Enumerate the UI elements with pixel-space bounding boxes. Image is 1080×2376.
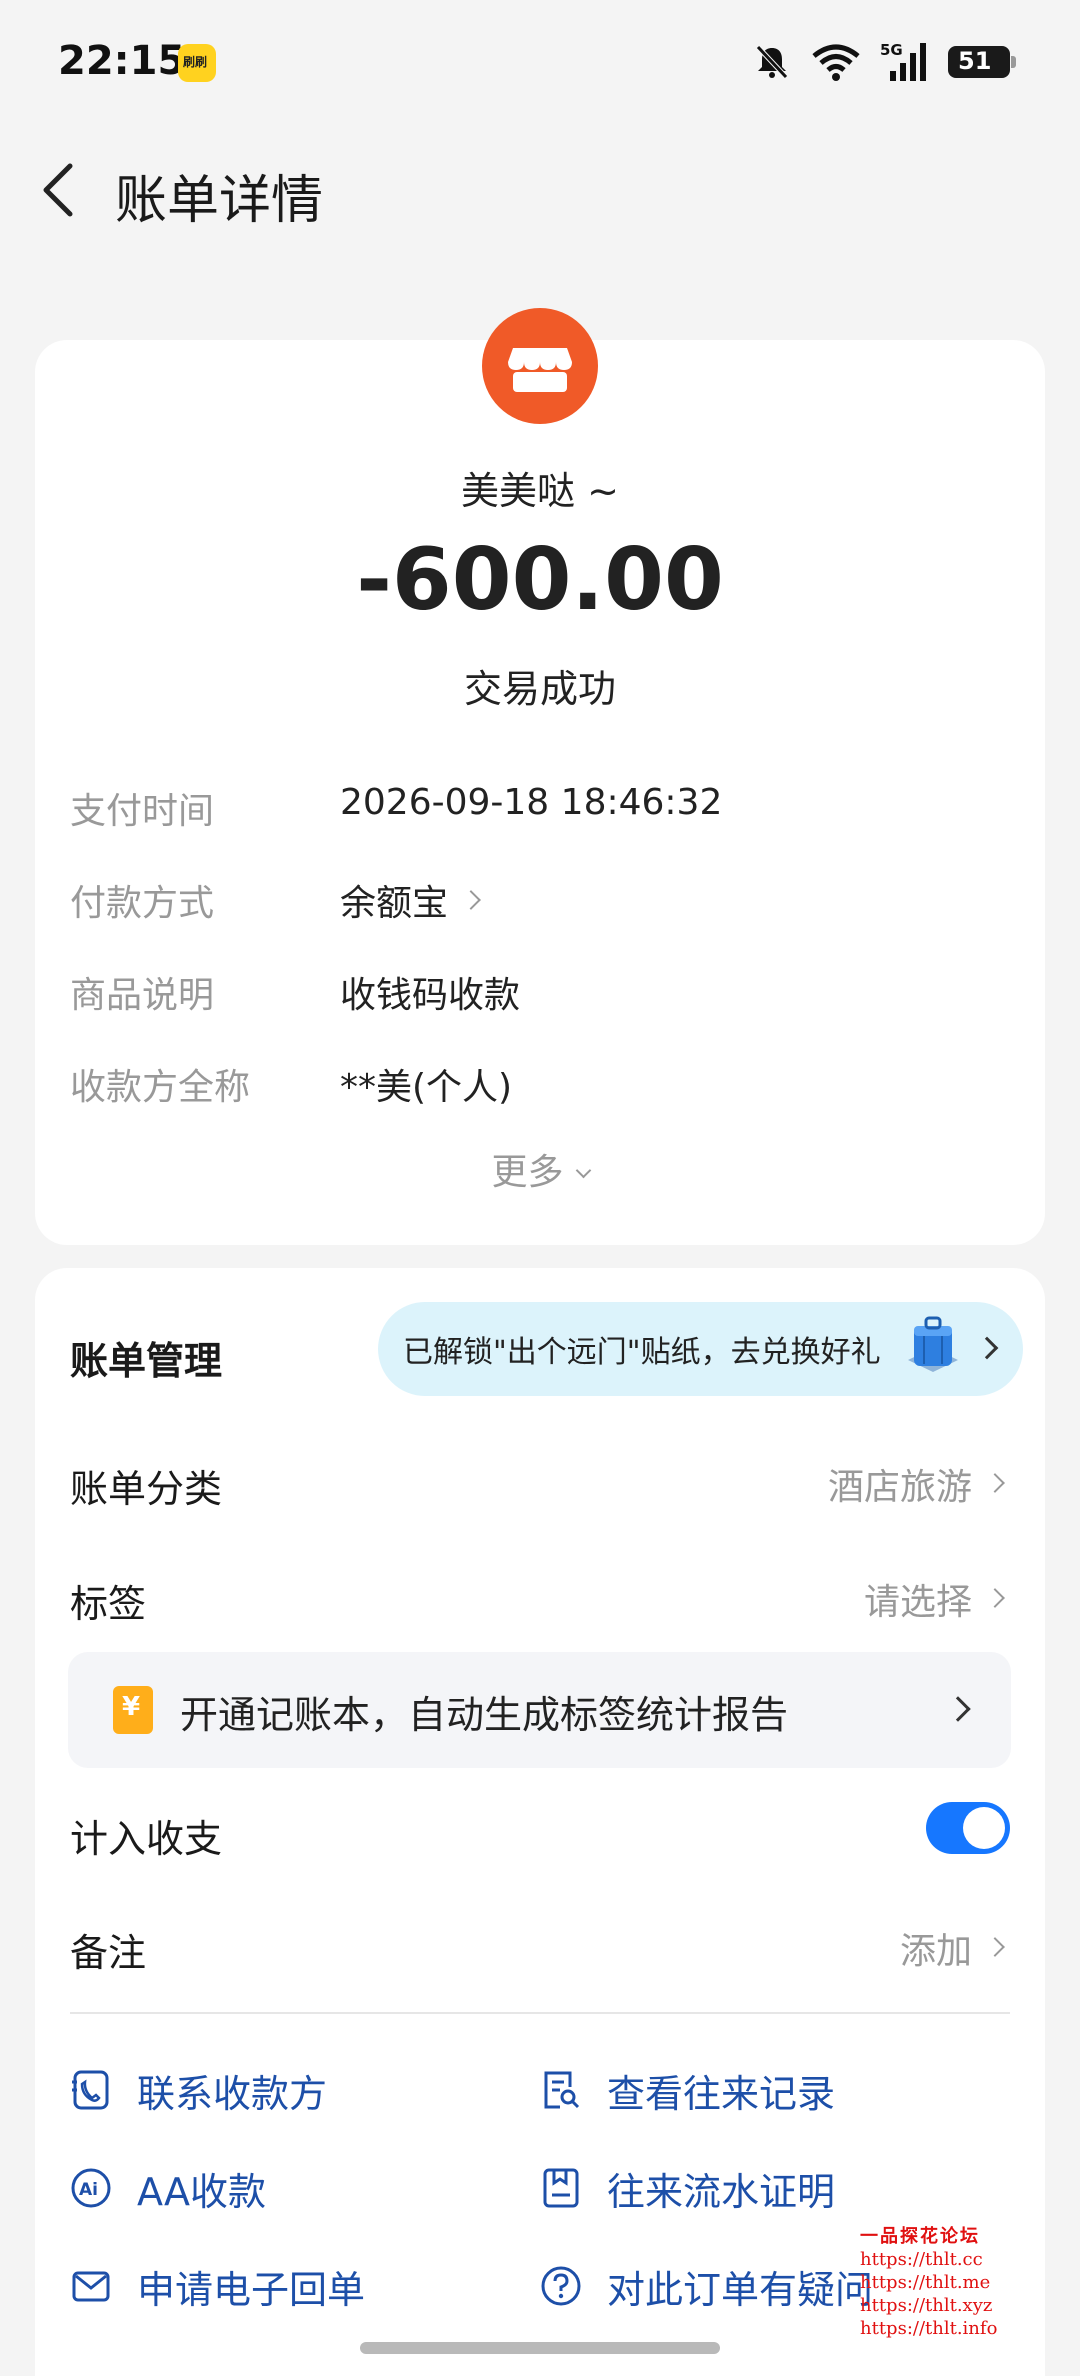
ledger-text: 开通记账本，自动生成标签统计报告	[180, 1693, 789, 1737]
ledger-promo-banner[interactable]: ¥ 开通记账本，自动生成标签统计报告	[68, 1652, 1011, 1768]
watermark-title: 一品探花论坛	[860, 2226, 980, 2247]
row-label: 计入收支	[70, 1817, 223, 1861]
chevron-right-icon	[985, 1937, 1005, 1957]
detail-label: 收款方全称	[70, 1067, 251, 1108]
contact-payee-button[interactable]: 联系收款方	[70, 2060, 327, 2120]
category-row[interactable]: 账单分类 酒店旅游	[70, 1458, 1010, 1518]
yuan-ticket-icon: ¥	[113, 1686, 153, 1734]
detail-label: 支付时间	[70, 791, 215, 832]
record-search-icon	[544, 2071, 580, 2109]
signal-5g-icon: 5G	[880, 41, 926, 81]
aa-icon: Ai	[71, 2168, 111, 2208]
watermark-link: https://thlt.cc	[860, 2249, 983, 2270]
mail-icon	[72, 2271, 110, 2302]
question-icon	[541, 2266, 581, 2306]
svg-text:5G: 5G	[880, 41, 903, 59]
app-notification-icon: 刷刷	[178, 44, 216, 82]
battery-icon: 51	[948, 46, 1016, 78]
chevron-right-icon	[461, 890, 481, 910]
chevron-right-icon	[945, 1696, 971, 1722]
request-receipt-button[interactable]: 申请电子回单	[70, 2256, 365, 2316]
sticker-promo-banner[interactable]: 已解锁"出个远门"贴纸，去兑换好礼	[378, 1302, 1023, 1396]
payment-method-link[interactable]: 余额宝	[340, 874, 481, 926]
svg-text:Ai: Ai	[79, 2180, 98, 2200]
action-label: 联系收款方	[137, 2071, 328, 2116]
row-label: 标签	[70, 1582, 147, 1626]
tag-value: 请选择	[863, 1582, 972, 1623]
divider	[70, 2012, 1010, 2014]
include-in-stats-toggle[interactable]	[926, 1802, 1010, 1854]
more-label: 更多	[491, 1152, 564, 1193]
action-label: 往来流水证明	[607, 2169, 836, 2214]
detail-label: 商品说明	[70, 975, 215, 1016]
bill-management-card: 账单管理 已解锁"出个远门"贴纸，去兑换好礼 账单分类 酒店旅游 标签 请选择 …	[35, 1268, 1045, 2376]
wifi-icon	[812, 44, 860, 81]
status-time: 22:15	[58, 38, 186, 84]
watermark-link: https://thlt.xyz	[860, 2295, 993, 2316]
detail-label: 付款方式	[70, 883, 215, 924]
merchant-name: 美美哒 ~	[461, 469, 619, 513]
watermark-link: https://thlt.info	[860, 2318, 998, 2339]
battery-level: 51	[958, 47, 992, 75]
action-label: AA收款	[137, 2169, 267, 2214]
row-label: 备注	[70, 1931, 147, 1975]
include-in-stats-row: 计入收支	[70, 1802, 1010, 1868]
action-label: 申请电子回单	[137, 2267, 366, 2312]
home-indicator[interactable]	[360, 2342, 720, 2354]
nav-bar: 账单详情	[0, 150, 1080, 231]
document-icon	[543, 2168, 579, 2208]
bill-amount: -600.00	[356, 530, 724, 630]
suitcase-icon	[908, 1316, 958, 1372]
status-bar: 22:15 刷刷 5G 51	[0, 0, 1080, 130]
row-label: 账单分类	[70, 1467, 223, 1511]
chevron-right-icon	[975, 1336, 999, 1360]
action-label: 对此订单有疑问	[607, 2267, 874, 2312]
bill-summary-card: 美美哒 ~ -600.00 交易成功 支付时间 2026-09-18 18:46…	[35, 308, 1045, 1245]
detail-value: 2026-09-18 18:46:32	[340, 782, 723, 823]
category-value: 酒店旅游	[827, 1467, 972, 1508]
action-label: 查看往来记录	[607, 2071, 836, 2116]
more-button[interactable]: 更多	[35, 1143, 1045, 1195]
statement-proof-button[interactable]: 往来流水证明	[540, 2158, 835, 2218]
promo-text: 已解锁"出个远门"贴纸，去兑换好礼	[403, 1335, 881, 1370]
detail-value: 余额宝	[340, 883, 449, 924]
view-records-button[interactable]: 查看往来记录	[540, 2060, 835, 2120]
note-value: 添加	[899, 1931, 972, 1972]
chevron-right-icon	[985, 1473, 1005, 1493]
back-arrow-icon[interactable]	[38, 160, 78, 220]
forum-watermark: 一品探花论坛 https://thlt.cc https://thlt.me h…	[860, 2222, 1010, 2340]
section-title: 账单管理	[70, 1339, 223, 1383]
chevron-right-icon	[985, 1588, 1005, 1608]
chevron-down-icon	[575, 1162, 591, 1179]
app-badge-label: 刷刷	[183, 55, 208, 69]
aa-collection-button[interactable]: Ai AA收款	[70, 2158, 266, 2218]
status-icons: 5G 51	[752, 40, 1016, 84]
order-question-button[interactable]: 对此订单有疑问	[540, 2256, 873, 2316]
transaction-status: 交易成功	[463, 667, 616, 711]
detail-value: **美(个人)	[340, 1067, 513, 1108]
detail-value: 收钱码收款	[340, 975, 521, 1016]
phone-icon	[72, 2070, 109, 2110]
note-row[interactable]: 备注 添加	[70, 1922, 1010, 1982]
page-title: 账单详情	[115, 171, 324, 231]
store-icon	[482, 308, 598, 424]
mute-bell-icon	[756, 45, 788, 79]
tag-row[interactable]: 标签 请选择	[70, 1573, 1010, 1633]
watermark-link: https://thlt.me	[860, 2272, 991, 2293]
